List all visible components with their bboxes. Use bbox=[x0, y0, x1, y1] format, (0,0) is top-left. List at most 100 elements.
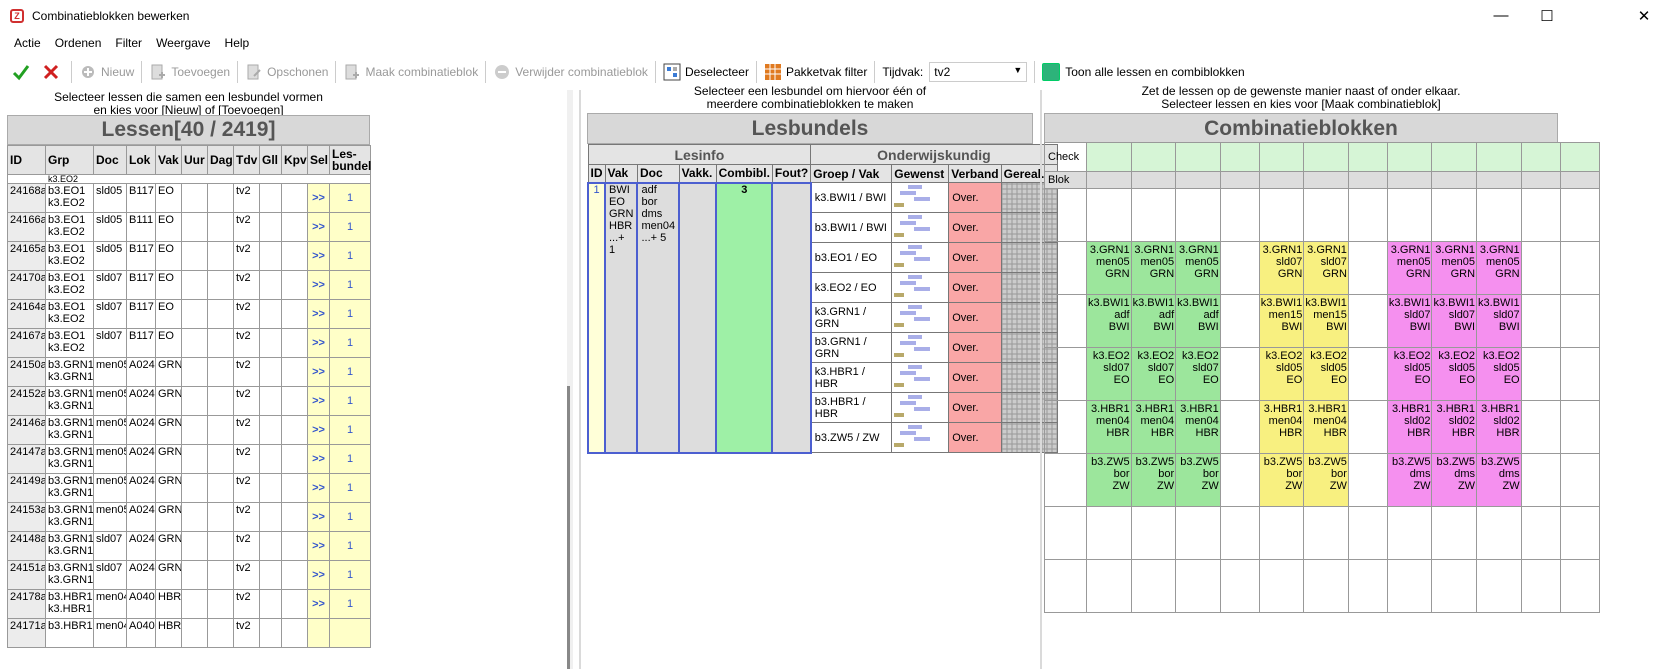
lesson-block[interactable]: k3.BWI1 adf BWI bbox=[1086, 294, 1132, 348]
table-row[interactable]: 24170a b3.EO1 k3.EO2 sld07 B117 EO tv2 >> 1 bbox=[7, 270, 371, 300]
lesson-block[interactable]: k3.BWI1 sld07 BWI bbox=[1476, 294, 1522, 348]
menu-weergave[interactable]: Weergave bbox=[149, 36, 217, 50]
lb-col-vakk[interactable]: Vakk. bbox=[678, 164, 717, 183]
lesson-block[interactable]: 3.GRN1 men05 GRN bbox=[1086, 241, 1132, 295]
lesson-block[interactable]: k3.EO2 sld07 EO bbox=[1175, 347, 1221, 401]
lesson-block[interactable]: k3.EO2 sld05 EO bbox=[1303, 347, 1349, 401]
cell-sel[interactable]: >> bbox=[307, 270, 330, 300]
lesson-block[interactable]: b3.ZW5 bor ZW bbox=[1258, 453, 1305, 507]
minimize-button[interactable]: — bbox=[1478, 0, 1524, 31]
menu-ordenen[interactable]: Ordenen bbox=[48, 36, 109, 50]
cell-sel[interactable]: >> bbox=[307, 386, 330, 416]
table-row[interactable]: 24147a b3.GRN1 k3.GRN1 men05 A024 GRN tv2 >> 1 bbox=[7, 444, 371, 474]
maximize-button[interactable]: ☐ bbox=[1524, 0, 1570, 31]
opschonen-button[interactable]: Opschonen bbox=[241, 58, 332, 86]
lb-col-doc[interactable]: Doc bbox=[636, 164, 680, 183]
lesson-block[interactable]: 3.GRN1 sld07 GRN bbox=[1258, 241, 1305, 295]
col-dag[interactable]: Dag bbox=[207, 145, 234, 175]
menu-actie[interactable]: Actie bbox=[7, 36, 48, 50]
lesson-block[interactable]: b3.ZW5 bor ZW bbox=[1303, 453, 1349, 507]
lesson-block[interactable]: k3.BWI1 sld07 BWI bbox=[1386, 294, 1433, 348]
col-uur[interactable]: Uur bbox=[181, 145, 208, 175]
maak-combinatieblok-button[interactable]: Maak combinatieblok bbox=[339, 58, 482, 86]
panel-splitter[interactable] bbox=[579, 90, 581, 669]
lesson-block[interactable]: 3.HBR1 sld02 HBR bbox=[1386, 400, 1433, 454]
panel-splitter[interactable] bbox=[1040, 90, 1042, 669]
lesson-block[interactable]: 3.GRN1 men05 GRN bbox=[1386, 241, 1433, 295]
table-row[interactable]: 24151a b3.GRN1 k3.GRN1 sld07 A024 GRN tv2 >> 1 bbox=[7, 560, 371, 590]
cell-sel[interactable]: >> bbox=[307, 502, 330, 532]
cell-sel[interactable]: >> bbox=[307, 328, 330, 358]
menu-filter[interactable]: Filter bbox=[108, 36, 149, 50]
cell-sel[interactable]: >> bbox=[307, 444, 330, 474]
toon-alle-button[interactable]: Toon alle lessen en combiblokken bbox=[1038, 58, 1248, 86]
lesson-block[interactable]: k3.EO2 sld05 EO bbox=[1386, 347, 1433, 401]
table-row[interactable]: 24149a b3.GRN1 k3.GRN1 men05 A024 GRN tv2 >> 1 bbox=[7, 473, 371, 503]
cell-sel[interactable]: >> bbox=[307, 212, 330, 242]
cell-sel[interactable]: >> bbox=[307, 589, 330, 619]
verwijder-combinatieblok-button[interactable]: Verwijder combinatieblok bbox=[489, 58, 652, 86]
cell-sel[interactable]: >> bbox=[307, 357, 330, 387]
table-row[interactable]: 24165a b3.EO1 k3.EO2 sld05 B117 EO tv2 >> 1 bbox=[7, 241, 371, 271]
lesson-block[interactable]: 3.HBR1 sld02 HBR bbox=[1476, 400, 1522, 454]
col-id[interactable]: ID bbox=[7, 145, 46, 175]
lesson-block[interactable]: b3.ZW5 dms ZW bbox=[1431, 453, 1478, 507]
lesson-block[interactable]: k3.BWI1 adf BWI bbox=[1175, 294, 1221, 348]
lesson-block[interactable]: k3.EO2 sld05 EO bbox=[1431, 347, 1478, 401]
table-row[interactable]: 24164a b3.EO1 k3.EO2 sld07 B117 EO tv2 >> 1 bbox=[7, 299, 371, 329]
lesson-block[interactable]: 3.GRN1 men05 GRN bbox=[1431, 241, 1478, 295]
lesson-block[interactable]: k3.BWI1 adf BWI bbox=[1130, 294, 1177, 348]
toevoegen-button[interactable]: Toevoegen bbox=[145, 58, 234, 86]
lesson-block[interactable]: 3.HBR1 sld02 HBR bbox=[1431, 400, 1478, 454]
lb-col-combibl[interactable]: Combibl. bbox=[715, 164, 773, 183]
tijdvak-select[interactable]: tv2 ▼ bbox=[929, 62, 1028, 82]
cell-sel[interactable] bbox=[307, 618, 330, 648]
col-grp[interactable]: Grp bbox=[45, 145, 94, 175]
cell-sel[interactable]: >> bbox=[307, 473, 330, 503]
nieuw-button[interactable]: Nieuw bbox=[75, 58, 138, 86]
lb-col-gewenst[interactable]: Gewenst bbox=[891, 164, 950, 183]
col-lok[interactable]: Lok bbox=[126, 145, 156, 175]
table-row[interactable]: 24168a b3.EO1 k3.EO2 sld05 B117 EO tv2 >> 1 bbox=[7, 183, 371, 213]
lesson-block[interactable]: k3.EO2 sld07 EO bbox=[1086, 347, 1132, 401]
col-tdv[interactable]: Tdv bbox=[233, 145, 260, 175]
lesson-block[interactable]: b3.ZW5 dms ZW bbox=[1476, 453, 1522, 507]
lesson-block[interactable]: b3.ZW5 dms ZW bbox=[1386, 453, 1433, 507]
lesson-block[interactable]: 3.HBR1 men04 HBR bbox=[1175, 400, 1221, 454]
confirm-button[interactable] bbox=[8, 58, 38, 86]
lesson-block[interactable]: 3.GRN1 sld07 GRN bbox=[1303, 241, 1349, 295]
lesson-block[interactable]: 3.HBR1 men04 HBR bbox=[1086, 400, 1132, 454]
lesson-block[interactable]: k3.EO2 sld05 EO bbox=[1476, 347, 1522, 401]
table-row[interactable]: 24150a b3.GRN1 k3.GRN1 men05 A024 GRN tv2 >> 1 bbox=[7, 357, 371, 387]
col-gll[interactable]: Gll bbox=[259, 145, 282, 175]
table-row[interactable]: 24146a b3.GRN1 k3.GRN1 men05 A024 GRN tv2 >> 1 bbox=[7, 415, 371, 445]
col-vak[interactable]: Vak bbox=[155, 145, 182, 175]
lesson-block[interactable]: k3.BWI1 men15 BWI bbox=[1258, 294, 1305, 348]
cancel-button[interactable] bbox=[38, 58, 68, 86]
lesson-block[interactable]: 3.GRN1 men05 GRN bbox=[1175, 241, 1221, 295]
table-row[interactable]: 24148a b3.GRN1 k3.GRN1 sld07 A024 GRN tv2 >> 1 bbox=[7, 531, 371, 561]
lesson-block[interactable]: 3.HBR1 men04 HBR bbox=[1258, 400, 1305, 454]
lesson-block[interactable]: 3.GRN1 men05 GRN bbox=[1476, 241, 1522, 295]
table-row[interactable]: 24166a b3.EO1 k3.EO2 sld05 B111 EO tv2 >> 1 bbox=[7, 212, 371, 242]
col-sel[interactable]: Sel bbox=[307, 145, 330, 175]
lesson-block[interactable]: 3.HBR1 men04 HBR bbox=[1130, 400, 1177, 454]
table-row[interactable]: 24178a b3.HBR1 k3.HBR1 men04 A040 HBR tv2 >> 1 bbox=[7, 589, 371, 619]
lesson-block[interactable]: b3.ZW5 bor ZW bbox=[1175, 453, 1221, 507]
cell-sel[interactable]: >> bbox=[307, 183, 330, 213]
lb-col-verband[interactable]: Verband bbox=[948, 164, 1002, 183]
lesson-block[interactable]: k3.EO2 sld07 EO bbox=[1130, 347, 1177, 401]
lb-col-groep[interactable]: Groep / Vak bbox=[810, 164, 893, 183]
lesson-block[interactable]: k3.BWI1 men15 BWI bbox=[1303, 294, 1349, 348]
close-button[interactable]: ✕ bbox=[1621, 0, 1667, 31]
lb-col-vak[interactable]: Vak bbox=[604, 164, 638, 183]
col-lesbundel[interactable]: Les-bundel bbox=[329, 145, 371, 175]
cell-sel[interactable]: >> bbox=[307, 241, 330, 271]
table-row[interactable]: 24171a b3.HBR1 men04 A040 HBR tv2 bbox=[7, 618, 371, 648]
bundle-id-cell[interactable]: 1 bbox=[587, 181, 606, 454]
lesbundel-row[interactable]: 1 BWI EO GRN HBR ...+ 1 adf bor dms men04 ...+ 53k… bbox=[587, 181, 1058, 454]
lesson-block[interactable]: k3.EO2 sld05 EO bbox=[1258, 347, 1305, 401]
cell-sel[interactable]: >> bbox=[307, 299, 330, 329]
lesson-block[interactable]: b3.ZW5 bor ZW bbox=[1086, 453, 1132, 507]
table-row[interactable]: 24167a b3.EO1 k3.EO2 sld07 B117 EO tv2 >> 1 bbox=[7, 328, 371, 358]
